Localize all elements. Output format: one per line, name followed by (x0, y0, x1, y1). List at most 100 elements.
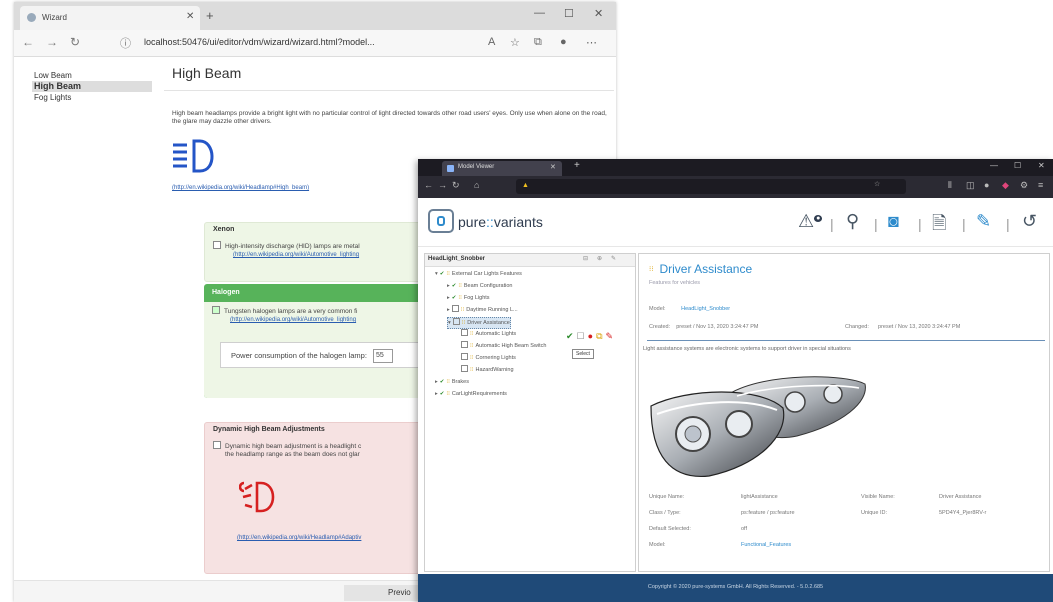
halogen-card: Halogen Tungsten halogen lamps are a ver… (204, 284, 434, 398)
new-tab-icon[interactable]: + (574, 160, 580, 171)
xenon-text: High-intensity discharge (HID) lamps are… (225, 243, 360, 250)
model-link[interactable]: HeadLight_Snobber (681, 306, 730, 312)
toolbar-separator: | (830, 216, 834, 232)
app-header: pure::variants ⚠ ● | ⚲ | ◙ | 🗎 | ✎ | ↺ (418, 198, 1053, 247)
feature-subtitle: Features for vehicles (649, 280, 701, 286)
sidebar-icon[interactable]: ◫ (966, 180, 975, 191)
close-tab-icon[interactable]: ✕ (550, 163, 556, 171)
feature-detail-panel: ⁝⁝ Driver Assistance Features for vehicle… (638, 253, 1050, 572)
bookmark-star-icon[interactable]: ☆ (874, 180, 880, 188)
exclude-icon[interactable]: ● (588, 331, 593, 341)
tree-model-name: HeadLight_Snobber (428, 256, 486, 262)
prop-label: Default Selected: (649, 526, 691, 532)
document-icon[interactable]: 🗎 (932, 211, 946, 241)
minimize-icon[interactable]: — (990, 161, 998, 170)
search-icon[interactable]: ⚲ (846, 211, 859, 232)
prop-value: 5PD4Y4_Pjer8RV-r (939, 510, 987, 516)
app-footer: Copyright © 2020 pure-systems GmbH. All … (418, 574, 1053, 602)
brand-name: pure::variants (458, 214, 543, 230)
logout-icon[interactable]: ↺ (1022, 211, 1037, 232)
account-icon[interactable]: ● (984, 180, 989, 190)
sidebar-item-high-beam[interactable]: High Beam (32, 81, 152, 92)
tree-node[interactable]: ⁝⁝ HazardWarning (461, 365, 514, 375)
model-view-icon[interactable]: ◙ (888, 211, 899, 232)
maximize-icon[interactable]: ☐ (564, 7, 574, 20)
power-consumption-box: Power consumption of the halogen lamp: 5… (220, 342, 430, 368)
tree-node[interactable]: ▸ ✔ ⁝⁝ CarLightRequirements (435, 389, 507, 399)
prop-label: Unique ID: (861, 510, 887, 516)
more-menu-icon[interactable]: ⋯ (586, 36, 597, 49)
high-beam-link[interactable]: (http://en.wikipedia.org/wiki/Headlamp#H… (172, 185, 309, 191)
collections-icon[interactable]: ⧉ (534, 36, 542, 49)
sidebar-item-fog-lights[interactable]: Fog Lights (32, 92, 152, 103)
dynamic-checkbox[interactable] (213, 441, 221, 449)
prop-label: Model: (649, 542, 666, 548)
tab-title: Model Viewer (458, 164, 495, 170)
read-aloud-icon[interactable]: A (488, 36, 495, 48)
menu-icon[interactable]: ≡ (1038, 180, 1043, 190)
xenon-checkbox[interactable] (213, 241, 221, 249)
tree-node[interactable]: ▸ ✔ ⁝⁝ Brakes (435, 377, 469, 387)
url-field[interactable]: localhost:50476/ui/editor/vdm/wizard/wiz… (144, 37, 375, 47)
divider (164, 90, 614, 91)
lock-icon: ▲ (522, 182, 529, 189)
url-field[interactable]: ▲ (516, 179, 906, 194)
tree-node[interactable]: ▸ ✔ ⁝⁝ Beam Configuration (447, 281, 513, 291)
close-window-icon[interactable]: ✕ (1038, 161, 1045, 170)
tree-node[interactable]: ⁝⁝ Cornering Lights (461, 353, 516, 363)
maximize-icon[interactable]: ☐ (1014, 161, 1021, 170)
tree-node[interactable]: ⁝⁝ Automatic High Beam Switch (461, 341, 546, 351)
select-icon[interactable]: ✔ (566, 331, 574, 341)
feature-type-icon: ⁝⁝ (649, 266, 654, 273)
close-tab-icon[interactable]: ✕ (186, 11, 194, 22)
xenon-link[interactable]: (http://en.wikipedia.org/wiki/Automotive… (233, 252, 359, 258)
halogen-link[interactable]: (http://en.wikipedia.org/wiki/Automotive… (230, 317, 356, 323)
warning-icon[interactable]: ⚠ ● (798, 211, 823, 232)
sidebar-item-low-beam[interactable]: Low Beam (32, 70, 152, 81)
tab-strip: Wizard ✕ + — ☐ ✕ (14, 2, 616, 30)
toolbar-separator: | (918, 216, 922, 232)
minimize-icon[interactable]: — (534, 7, 545, 19)
headlight-product-image (650, 376, 866, 477)
refresh-icon[interactable]: ↻ (70, 35, 80, 49)
high-beam-description: High beam headlamps provide a bright lig… (172, 110, 607, 125)
forward-icon[interactable]: → (46, 35, 58, 49)
edit-tree-icon[interactable]: ✎ (611, 255, 616, 262)
back-icon[interactable]: ← (424, 180, 433, 190)
functional-features-link[interactable]: Functional_Features (741, 542, 791, 548)
select-tooltip: Select (572, 349, 594, 359)
feature-title: ⁝⁝ Driver Assistance (649, 262, 753, 276)
halogen-title: Halogen (212, 289, 240, 296)
extension-icon[interactable]: ◆ (1002, 180, 1009, 191)
power-consumption-label: Power consumption of the halogen lamp: (231, 351, 367, 360)
dynamic-link[interactable]: (http://en.wikipedia.org/wiki/Headlamp#A… (237, 535, 361, 541)
tab-wizard[interactable]: Wizard ✕ (20, 6, 200, 30)
profile-icon[interactable]: ● (560, 36, 567, 48)
copy-icon[interactable]: ⧉ (596, 331, 602, 341)
home-icon[interactable]: ⌂ (474, 180, 479, 190)
refresh-icon[interactable]: ↻ (452, 180, 460, 191)
power-consumption-input[interactable]: 55 (373, 349, 394, 364)
tree-node-selected[interactable]: ▾ ⁝⁝ Driver Assistance (447, 317, 511, 329)
favorite-star-icon[interactable]: ☆ (510, 36, 520, 49)
tree-node[interactable]: ▸ ✔ ⁝⁝ Fog Lights (447, 293, 490, 303)
settings-icon[interactable]: ⚙ (1020, 180, 1028, 191)
new-tab-icon[interactable]: + (206, 8, 214, 23)
filter-icon[interactable]: ⊕ (597, 255, 602, 262)
tag-icon[interactable]: ✎ (606, 331, 614, 341)
back-icon[interactable]: ← (22, 35, 34, 49)
page-favicon-icon (27, 13, 36, 22)
edit-icon[interactable]: ✎ (976, 211, 991, 232)
forward-icon[interactable]: → (438, 180, 447, 190)
tree-node[interactable]: ⁝⁝ Automatic Lights (461, 329, 516, 339)
tree-node[interactable]: ▸ ⁝⁝ Daytime Running L... (447, 305, 518, 315)
deselect-icon[interactable]: ☐ (577, 331, 585, 341)
library-icon[interactable]: ⫴ (948, 180, 952, 191)
feature-tree-panel: HeadLight_Snobber ⊟ ⊕ ✎ ▾ ✔ ⁝⁝ External Car… (424, 253, 636, 572)
tab-model-viewer[interactable]: Model Viewer ✕ (442, 161, 562, 176)
halogen-checkbox[interactable] (212, 306, 220, 314)
tree-node[interactable]: ▾ ✔ ⁝⁝ External Car Lights Features (435, 269, 522, 279)
close-window-icon[interactable]: ✕ (594, 7, 603, 20)
collapse-icon[interactable]: ⊟ (583, 255, 588, 262)
model-row: Model: HeadLight_Snobber (649, 306, 731, 312)
